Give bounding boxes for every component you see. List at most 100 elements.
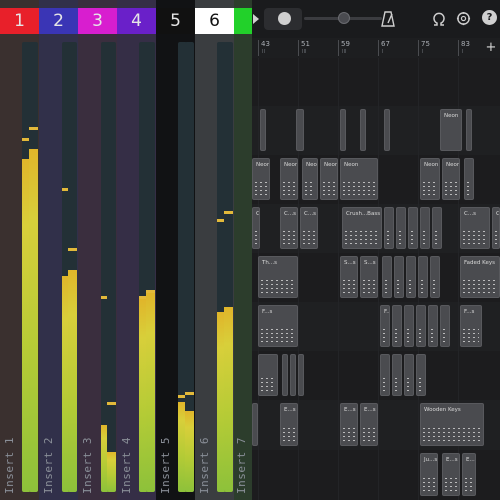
volume-slider[interactable] (304, 12, 382, 24)
midi-clip[interactable] (464, 158, 474, 200)
midi-clip[interactable] (404, 354, 414, 396)
track-lane[interactable]: Th...s S...s S...s Faded Keys (252, 253, 500, 303)
mixer-channel-strip[interactable]: 3 Insert 3 (78, 0, 117, 500)
channel-number-header[interactable]: 3 (78, 8, 117, 34)
midi-clip[interactable] (380, 354, 390, 396)
midi-clip[interactable] (408, 207, 418, 249)
track-lane[interactable] (252, 351, 500, 401)
midi-clip[interactable]: E...s (442, 453, 460, 496)
midi-clip[interactable]: F...s (460, 305, 482, 347)
midi-clip[interactable] (282, 354, 288, 396)
midi-clip[interactable]: Neon (420, 158, 440, 200)
midi-clip[interactable]: S...s (360, 256, 378, 298)
mixer-channel-strip[interactable]: 5 Insert 5 (156, 0, 195, 500)
midi-clip[interactable]: F...s (258, 305, 298, 347)
midi-clip[interactable]: E...s (462, 453, 476, 496)
track-lane[interactable]: C...s C...s C...s Crush...Bass C...s Crush...… (252, 204, 500, 254)
track-lane[interactable]: Neon (252, 106, 500, 156)
midi-clip[interactable] (394, 256, 404, 298)
midi-clip[interactable] (384, 109, 390, 151)
midi-clip[interactable] (420, 207, 430, 249)
timeline-ruler[interactable]: 43 51 59 67 75 83 II III III I I I + (252, 38, 500, 59)
mixer-channel-strip[interactable]: 2 Insert 2 (39, 0, 78, 500)
play-icon[interactable] (252, 12, 260, 26)
midi-clip[interactable]: Neon (442, 158, 460, 200)
bar-sub-label: III (302, 49, 307, 55)
midi-clip[interactable] (406, 256, 416, 298)
midi-clip[interactable] (384, 207, 394, 249)
midi-clip[interactable] (404, 305, 414, 347)
track-lane[interactable]: Ju...s E...s E...s (252, 450, 500, 500)
mixer-channel-strip[interactable]: 6 Insert 6 (195, 0, 234, 500)
midi-clip[interactable]: C...s (252, 207, 260, 249)
midi-clip[interactable]: Crush...Bass (342, 207, 382, 249)
mixer-channel-strip[interactable]: Insert 7 (234, 0, 252, 500)
bar-gridline (298, 450, 299, 500)
channel-number-header[interactable] (234, 8, 252, 34)
record-button[interactable] (264, 8, 302, 30)
help-icon[interactable]: ? (482, 10, 497, 25)
midi-clip[interactable]: Neon (280, 158, 298, 200)
midi-clip[interactable]: Ju...s (420, 453, 438, 496)
metronome-icon[interactable] (380, 10, 396, 28)
midi-clip[interactable] (340, 109, 346, 151)
midi-clip[interactable] (298, 354, 304, 396)
midi-clip[interactable]: E...s (340, 403, 358, 446)
arrangement-view[interactable]: NeonNeonNeonNeonNeonNeonNeonNeonC...sC..… (252, 58, 500, 500)
level-meter-fill (29, 149, 38, 492)
channel-number-header[interactable]: 5 (156, 8, 195, 34)
clip-notes-preview (463, 279, 497, 293)
bar-gridline (338, 204, 339, 253)
midi-clip[interactable] (360, 109, 366, 151)
midi-clip[interactable]: C...s (460, 207, 490, 249)
track-lane[interactable]: Neon Neon Neon Neon Neon Neon Neon (252, 155, 500, 205)
midi-clip[interactable] (440, 305, 450, 347)
channel-number-header[interactable]: 2 (39, 8, 78, 34)
track-lane[interactable] (252, 58, 500, 107)
midi-clip[interactable] (432, 207, 442, 249)
midi-clip[interactable]: C...s (300, 207, 318, 249)
midi-clip[interactable] (430, 256, 440, 298)
midi-clip[interactable] (418, 256, 428, 298)
gear-icon[interactable] (455, 10, 472, 27)
midi-clip[interactable]: Neon (340, 158, 378, 200)
midi-clip[interactable] (296, 109, 304, 151)
midi-clip[interactable] (260, 109, 266, 151)
channel-number-header[interactable]: 4 (117, 8, 156, 34)
midi-clip[interactable]: Neon (302, 158, 318, 200)
midi-clip[interactable] (252, 403, 258, 446)
channel-number-header[interactable]: 6 (195, 8, 234, 34)
midi-clip[interactable] (416, 305, 426, 347)
midi-clip[interactable]: E...s (360, 403, 378, 446)
midi-clip[interactable]: Wooden Keys (420, 403, 484, 446)
midi-clip[interactable] (416, 354, 426, 396)
midi-clip[interactable]: Neon (320, 158, 338, 200)
midi-clip[interactable]: E...s (280, 403, 298, 446)
add-track-button[interactable]: + (484, 40, 498, 55)
midi-clip[interactable]: S...s (340, 256, 358, 298)
midi-clip[interactable] (290, 354, 296, 396)
midi-clip[interactable]: F...s (380, 305, 390, 347)
midi-clip[interactable]: Th...s (258, 256, 298, 298)
midi-clip[interactable]: Neon (440, 109, 462, 151)
clip-name: C...s (256, 211, 260, 217)
track-lane[interactable]: F...s F...s F...s (252, 302, 500, 352)
midi-clip[interactable]: Neon (252, 158, 270, 200)
clip-notes-preview (419, 328, 423, 342)
midi-clip[interactable] (466, 109, 472, 151)
midi-clip[interactable] (382, 256, 392, 298)
midi-clip[interactable] (392, 305, 402, 347)
midi-clip[interactable] (258, 354, 278, 396)
omega-icon[interactable] (430, 9, 448, 29)
midi-clip[interactable] (392, 354, 402, 396)
midi-clip[interactable]: C...s (280, 207, 298, 249)
midi-clip[interactable] (428, 305, 438, 347)
midi-clip[interactable] (396, 207, 406, 249)
mixer-channel-strip[interactable]: 4 Insert 4 (117, 0, 156, 500)
volume-slider-knob[interactable] (338, 12, 350, 24)
track-lane[interactable]: E...s E...s E...s Wooden Keys (252, 400, 500, 451)
midi-clip[interactable]: Crush...Bass (492, 207, 500, 249)
channel-number-header[interactable]: 1 (0, 8, 39, 34)
mixer-channel-strip[interactable]: 1 Insert 1 (0, 0, 39, 500)
midi-clip[interactable]: Faded Keys (460, 256, 500, 298)
